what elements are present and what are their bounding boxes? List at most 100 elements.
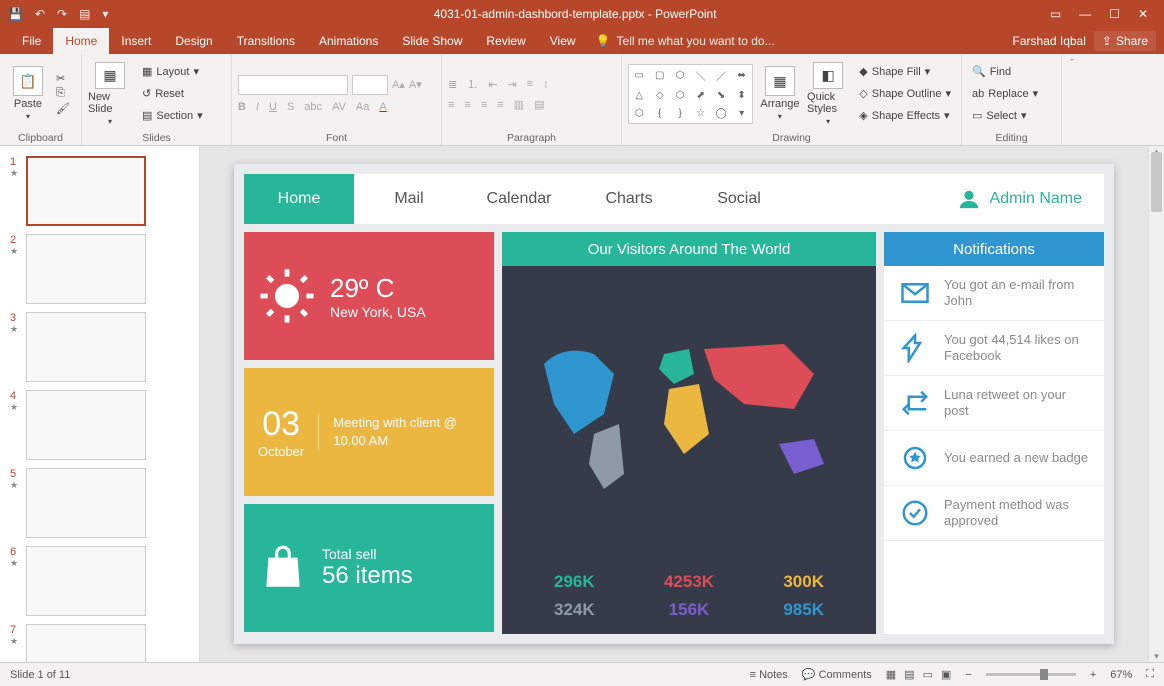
cal-text: Meeting with client @ 10.00 AM — [318, 414, 480, 450]
tab-design[interactable]: Design — [163, 28, 224, 54]
undo-icon[interactable]: ↶ — [35, 7, 45, 21]
columns-button[interactable]: ▥ — [514, 98, 524, 111]
tell-me[interactable]: 💡Tell me what you want to do... — [596, 34, 775, 48]
vertical-scrollbar[interactable]: ▴▾ — [1148, 146, 1164, 662]
font-size-select[interactable] — [352, 75, 388, 95]
font-family-select[interactable] — [238, 75, 348, 95]
indent-dec-button[interactable]: ⇤ — [488, 78, 497, 91]
thumbnail-2[interactable]: 2★ — [0, 230, 199, 308]
new-slide-button[interactable]: ▦New Slide▾ — [88, 62, 132, 126]
tab-insert[interactable]: Insert — [109, 28, 163, 54]
notification-item[interactable]: You got an e-mail from John — [884, 266, 1104, 321]
ribbon-display-icon[interactable]: ▭ — [1050, 7, 1061, 21]
layout-button[interactable]: ▦ Layout ▾ — [138, 62, 207, 82]
comments-button[interactable]: 💬 Comments — [802, 668, 872, 681]
reading-view-icon[interactable]: ▭ — [923, 668, 933, 681]
qat-dropdown-icon[interactable]: ▾ — [102, 7, 108, 21]
zoom-level[interactable]: 67% — [1110, 669, 1132, 681]
thumbnail-5[interactable]: 5★ — [0, 464, 199, 542]
redo-icon[interactable]: ↷ — [57, 7, 67, 21]
italic-button[interactable]: I — [256, 101, 259, 113]
shadow-button[interactable]: abc — [304, 101, 322, 113]
case-button[interactable]: Aa — [356, 101, 369, 113]
dash-tab-mail[interactable]: Mail — [354, 174, 464, 224]
stat-value: 296K — [522, 572, 627, 592]
minimize-icon[interactable]: ― — [1079, 7, 1091, 21]
zoom-slider[interactable] — [986, 673, 1076, 676]
collapse-ribbon-icon[interactable]: ˆ — [1062, 54, 1082, 145]
user-name[interactable]: Farshad Iqbal — [1013, 34, 1086, 48]
numbering-button[interactable]: ⒈ — [467, 76, 478, 92]
slide-canvas[interactable]: Home Mail Calendar Charts Social Admin N… — [200, 146, 1148, 662]
text-direction-button[interactable]: ↕ — [543, 78, 549, 90]
strike-button[interactable]: S — [287, 101, 294, 113]
zoom-out-icon[interactable]: − — [965, 669, 971, 681]
align-center-button[interactable]: ≡ — [464, 99, 470, 111]
save-icon[interactable]: 💾 — [8, 7, 23, 21]
shape-fill-button[interactable]: ◆ Shape Fill ▾ — [855, 62, 955, 82]
zoom-in-icon[interactable]: + — [1090, 669, 1096, 681]
tab-slideshow[interactable]: Slide Show — [390, 28, 474, 54]
thumbnail-3[interactable]: 3★ — [0, 308, 199, 386]
notification-item[interactable]: Payment method was approved — [884, 486, 1104, 541]
slideshow-view-icon[interactable]: ▣ — [941, 668, 951, 681]
shape-outline-button[interactable]: ◇ Shape Outline ▾ — [855, 84, 955, 104]
tab-transitions[interactable]: Transitions — [225, 28, 307, 54]
notification-item[interactable]: You earned a new badge — [884, 431, 1104, 486]
slide-counter[interactable]: Slide 1 of 11 — [10, 669, 70, 681]
thumbnail-7[interactable]: 7★ — [0, 620, 199, 662]
justify-button[interactable]: ≡ — [497, 99, 503, 111]
dash-tab-social[interactable]: Social — [684, 174, 794, 224]
select-button[interactable]: ▭ Select ▾ — [968, 106, 1042, 126]
spacing-button[interactable]: AV — [332, 101, 346, 113]
smartart-button[interactable]: ▤ — [534, 98, 544, 111]
thumbnail-4[interactable]: 4★ — [0, 386, 199, 464]
dash-tab-charts[interactable]: Charts — [574, 174, 684, 224]
bold-button[interactable]: B — [238, 101, 246, 113]
dash-tab-calendar[interactable]: Calendar — [464, 174, 574, 224]
thumbnail-1[interactable]: 1★ — [0, 152, 199, 230]
tab-view[interactable]: View — [538, 28, 588, 54]
notification-item[interactable]: Luna retweet on your post — [884, 376, 1104, 431]
decrease-font-icon[interactable]: A▾ — [409, 78, 422, 91]
slide-thumbnails[interactable]: 1★2★3★4★5★6★7★ — [0, 146, 200, 662]
replace-button[interactable]: ab Replace ▾ — [968, 84, 1042, 104]
admin-name[interactable]: Admin Name — [958, 188, 1104, 210]
thumbnail-6[interactable]: 6★ — [0, 542, 199, 620]
sorter-view-icon[interactable]: ▤ — [904, 668, 914, 681]
normal-view-icon[interactable]: ▦ — [886, 668, 896, 681]
notes-button[interactable]: ≡ Notes — [750, 669, 788, 681]
share-button[interactable]: ⇪Share — [1094, 31, 1156, 51]
cal-day: 03 — [258, 405, 304, 444]
tab-review[interactable]: Review — [474, 28, 537, 54]
underline-button[interactable]: U — [269, 101, 277, 113]
maximize-icon[interactable]: ☐ — [1109, 7, 1120, 21]
quick-styles-button[interactable]: ◧Quick Styles▾ — [807, 62, 849, 126]
align-left-button[interactable]: ≡ — [448, 99, 454, 111]
find-button[interactable]: 🔍 Find — [968, 62, 1042, 82]
tab-animations[interactable]: Animations — [307, 28, 390, 54]
cut-icon[interactable]: ✂ — [56, 72, 70, 85]
tab-home[interactable]: Home — [53, 28, 109, 54]
format-painter-icon[interactable]: 🖌 — [56, 102, 70, 115]
paste-button[interactable]: 📋Paste▾ — [6, 62, 50, 126]
increase-font-icon[interactable]: A▴ — [392, 78, 405, 91]
reset-button[interactable]: ↺ Reset — [138, 84, 207, 104]
arrange-button[interactable]: ▦Arrange▾ — [759, 62, 801, 126]
close-icon[interactable]: ✕ — [1138, 7, 1148, 21]
tab-file[interactable]: File — [10, 28, 53, 54]
dash-tab-home[interactable]: Home — [244, 174, 354, 224]
start-from-beginning-icon[interactable]: ▤ — [79, 7, 90, 21]
copy-icon[interactable]: ⎘ — [56, 87, 70, 100]
align-right-button[interactable]: ≡ — [481, 99, 487, 111]
fit-window-icon[interactable]: ⛶ — [1146, 668, 1154, 681]
bullets-button[interactable]: ≣ — [448, 78, 457, 91]
cal-month: October — [258, 444, 304, 459]
notification-item[interactable]: You got 44,514 likes on Facebook — [884, 321, 1104, 376]
indent-inc-button[interactable]: ⇥ — [507, 78, 516, 91]
line-spacing-button[interactable]: ≡ — [527, 78, 533, 90]
font-color-button[interactable]: A — [379, 101, 386, 113]
section-button[interactable]: ▤ Section ▾ — [138, 106, 207, 126]
shapes-gallery[interactable]: ▭▢⬡＼／⬌ △◇⬡⬈⬊⬍ ⬡{}☆◯▾ — [628, 64, 753, 124]
shape-effects-button[interactable]: ◈ Shape Effects ▾ — [855, 106, 955, 126]
